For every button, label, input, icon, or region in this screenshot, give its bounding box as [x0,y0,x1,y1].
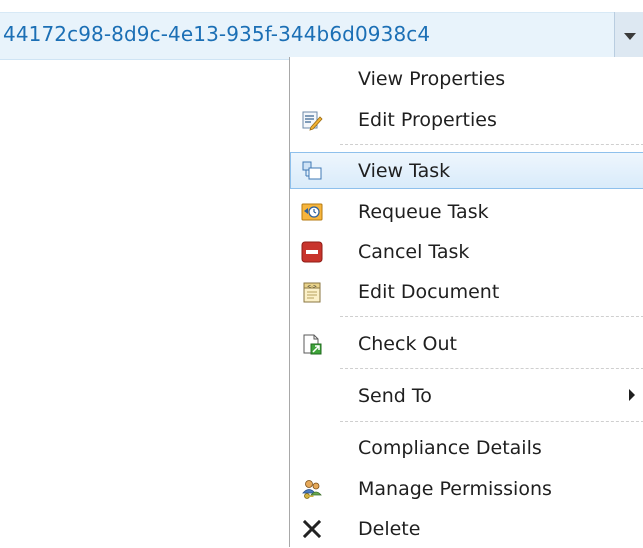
menu-item-label: Send To [358,385,432,407]
chevron-down-icon [624,33,636,40]
edit-properties-icon [302,111,323,131]
menu-item-label: Edit Properties [358,109,497,131]
menu-separator [340,316,643,317]
menu-separator [340,144,643,145]
menu-item-send-to[interactable]: Send To [290,377,643,415]
menu-item-compliance-details[interactable]: Compliance Details [290,429,643,467]
menu-item-label: Manage Permissions [358,478,552,500]
menu-item-label: Requeue Task [358,201,489,223]
delete-icon [302,519,322,539]
menu-item-edit-properties[interactable]: Edit Properties [290,101,643,139]
manage-permissions-icon [302,480,322,499]
item-title-bar: 44172c98-8d9c-4e13-935f-344b6d0938c4 [0,0,643,64]
chevron-right-icon [629,389,635,401]
menu-item-cancel-task[interactable]: Cancel Task [290,233,643,271]
menu-item-view-properties[interactable]: View Properties [290,60,643,98]
context-menu: View Properties Edit Properties View Tas… [289,57,643,547]
svg-text:<·>: <·> [307,284,317,290]
item-title-row[interactable]: 44172c98-8d9c-4e13-935f-344b6d0938c4 [0,12,643,60]
menu-item-check-out[interactable]: Check Out [290,325,643,363]
menu-item-view-task[interactable]: View Task [290,152,643,189]
menu-item-edit-document[interactable]: <·> Edit Document [290,273,643,311]
item-dropdown-button[interactable] [614,12,643,58]
menu-item-requeue-task[interactable]: Requeue Task [290,193,643,231]
edit-document-icon: <·> [303,282,321,303]
menu-item-label: View Task [358,160,451,182]
view-task-icon [302,161,322,180]
requeue-task-icon [301,203,323,221]
cancel-task-icon [301,241,323,263]
menu-item-manage-permissions[interactable]: Manage Permissions [290,470,643,508]
item-id-title[interactable]: 44172c98-8d9c-4e13-935f-344b6d0938c4 [3,22,430,46]
menu-item-label: View Properties [358,68,506,90]
menu-item-label: Delete [358,518,421,540]
menu-item-delete[interactable]: Delete [290,510,643,548]
menu-item-label: Cancel Task [358,241,470,263]
check-out-icon [303,334,322,355]
menu-separator [340,421,643,422]
menu-separator [340,368,643,369]
menu-item-label: Edit Document [358,281,500,303]
menu-item-label: Compliance Details [358,437,542,459]
menu-item-label: Check Out [358,333,457,355]
